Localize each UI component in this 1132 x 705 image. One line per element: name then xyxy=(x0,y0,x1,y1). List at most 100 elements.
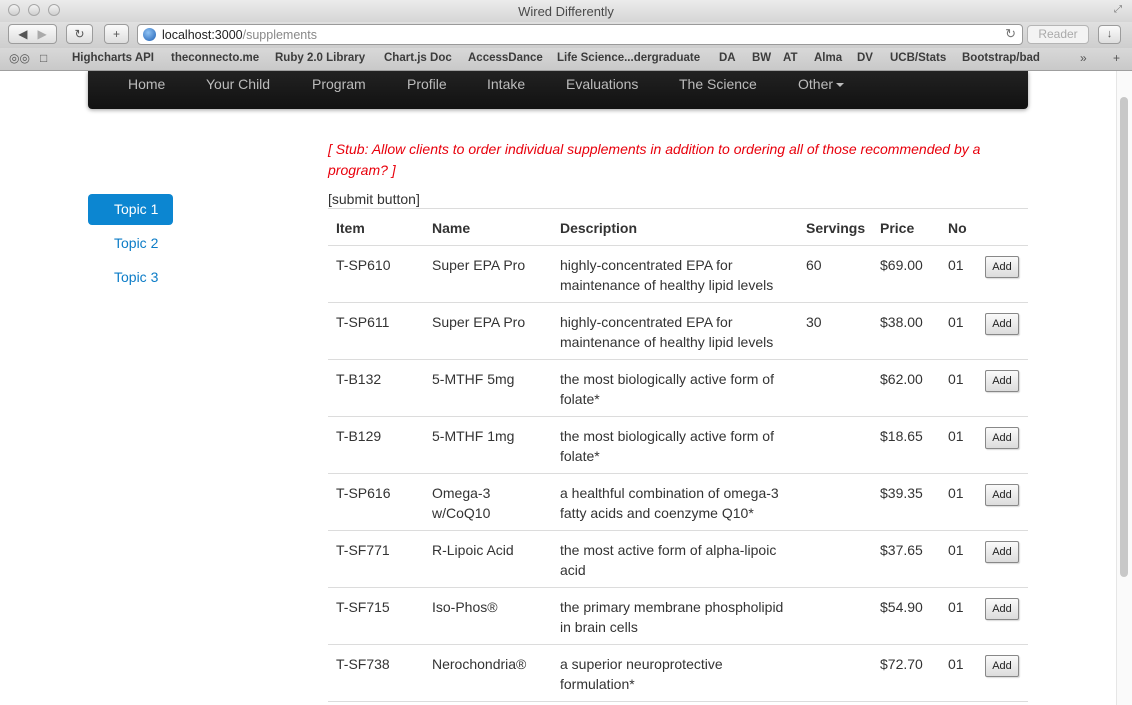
name-cell-line: Super EPA Pro xyxy=(432,314,526,330)
nav-profile[interactable]: Profile xyxy=(407,76,447,92)
nav-evaluations[interactable]: Evaluations xyxy=(566,76,638,92)
back-forward-buttons[interactable]: ◀ ▶ xyxy=(8,24,57,44)
nav-your-child[interactable]: Your Child xyxy=(206,76,270,92)
item-code-cell-line: T-SP616 xyxy=(336,485,391,501)
nav-other-dropdown[interactable]: Other xyxy=(798,76,845,92)
submit-placeholder: [submit button] xyxy=(328,191,420,207)
name-cell-line: R-Lipoic Acid xyxy=(432,542,514,558)
sidebar-item-topic-3[interactable]: Topic 3 xyxy=(88,262,173,293)
bookmark-item[interactable]: AT xyxy=(783,52,797,64)
quantity-cell: 01 xyxy=(948,654,964,674)
back-icon[interactable]: ◀ xyxy=(18,27,27,41)
add-button[interactable]: Add xyxy=(985,427,1019,449)
downloads-button[interactable]: ↓ xyxy=(1098,25,1121,44)
quantity-cell: 01 xyxy=(948,483,964,503)
window-titlebar: Wired Differently ⤢ xyxy=(0,0,1132,23)
add-tab-icon[interactable]: + xyxy=(1113,51,1120,65)
sidebar-item-topic-2[interactable]: Topic 2 xyxy=(88,228,173,259)
reading-list-icon[interactable]: ◎◎ xyxy=(9,51,30,65)
quantity-cell-line: 01 xyxy=(948,656,964,672)
name-cell: Super EPA Pro xyxy=(432,255,525,275)
price-cell: $62.00 xyxy=(880,369,923,389)
bookmark-item[interactable]: UCB/Stats xyxy=(890,52,946,64)
item-code-cell: T-SF771 xyxy=(336,540,390,560)
item-code-cell: T-B132 xyxy=(336,369,381,389)
add-button[interactable]: Add xyxy=(985,655,1019,677)
add-button[interactable]: Add xyxy=(985,313,1019,335)
bookmark-item[interactable]: Bootstrap/bad xyxy=(962,52,1040,64)
item-code-cell: T-SF738 xyxy=(336,654,390,674)
quantity-cell: 01 xyxy=(948,369,964,389)
quantity-cell-line: 01 xyxy=(948,599,964,615)
table-header: Item Name Description Servings Price No xyxy=(328,208,1028,246)
globe-icon xyxy=(143,28,156,41)
description-cell-line: formulation* xyxy=(560,676,635,692)
add-button[interactable]: Add xyxy=(985,598,1019,620)
bookmark-item[interactable]: DA xyxy=(719,52,736,64)
quantity-cell-line: 01 xyxy=(948,542,964,558)
description-cell: the most active form of alpha-lipoic acid xyxy=(560,540,776,580)
nav-the-science[interactable]: The Science xyxy=(679,76,757,92)
fullscreen-icon[interactable]: ⤢ xyxy=(1114,4,1126,16)
bookmarks-book-icon[interactable]: □ xyxy=(40,51,47,65)
bookmark-item[interactable]: theconnecto.me xyxy=(171,52,259,64)
item-code-cell: T-B129 xyxy=(336,426,381,446)
item-code-cell-line: T-B129 xyxy=(336,428,382,444)
description-cell-line: folate* xyxy=(560,448,600,464)
page-viewport: Home Your Child Program Profile Intake E… xyxy=(0,71,1132,705)
bookmark-item[interactable]: BW xyxy=(752,52,771,64)
price-cell: $39.35 xyxy=(880,483,923,503)
nav-intake[interactable]: Intake xyxy=(487,76,525,92)
price-cell: $54.90 xyxy=(880,597,923,617)
description-cell: the primary membrane phospholipid in brai… xyxy=(560,597,783,637)
new-tab-button[interactable]: + xyxy=(104,24,129,44)
price-cell: $18.65 xyxy=(880,426,923,446)
quantity-cell: 01 xyxy=(948,597,964,617)
scroll-thumb[interactable] xyxy=(1120,97,1128,577)
nav-program[interactable]: Program xyxy=(312,76,366,92)
forward-icon[interactable]: ▶ xyxy=(38,27,47,41)
add-button[interactable]: Add xyxy=(985,541,1019,563)
reader-button[interactable]: Reader xyxy=(1027,25,1089,44)
add-button[interactable]: Add xyxy=(985,484,1019,506)
bookmark-item[interactable]: AccessDance xyxy=(468,52,543,64)
description-cell-line: in brain cells xyxy=(560,619,638,635)
reload-icon[interactable]: ↻ xyxy=(1005,26,1016,42)
item-code-cell: T-SF715 xyxy=(336,597,390,617)
table-row: T-SF715 Iso-Phos® the primary membrane pho… xyxy=(328,588,1028,645)
item-code-cell-line: T-SF715 xyxy=(336,599,390,615)
history-button[interactable]: ↻ xyxy=(66,24,93,44)
name-cell-line: Omega-3 xyxy=(432,485,491,501)
address-bar[interactable]: localhost:3000/supplements ↻ xyxy=(137,24,1023,45)
description-cell: a superior neuroprotective formulation* xyxy=(560,654,723,694)
bookmark-item[interactable]: Ruby 2.0 Library xyxy=(275,52,365,64)
quantity-cell: 01 xyxy=(948,426,964,446)
price-cell: $69.00 xyxy=(880,255,923,275)
column-header: Item xyxy=(336,220,365,236)
bookmark-item[interactable]: Highcharts API xyxy=(72,52,154,64)
description-cell-line: a healthful combination of omega-3 xyxy=(560,485,779,501)
sidebar-item-topic-1[interactable]: Topic 1 xyxy=(88,194,173,225)
price-cell-line: $18.65 xyxy=(880,428,923,444)
vertical-scrollbar[interactable] xyxy=(1116,71,1132,705)
more-bookmarks-icon[interactable]: » xyxy=(1080,51,1087,65)
description-cell-line: highly-concentrated EPA for xyxy=(560,314,733,330)
url-text[interactable]: localhost:3000/supplements xyxy=(162,28,317,42)
browser-toolbar: ◀ ▶ ↻ + localhost:3000/supplements ↻ Rea… xyxy=(0,22,1132,48)
name-cell: Iso-Phos® xyxy=(432,597,498,617)
name-cell: R-Lipoic Acid xyxy=(432,540,514,560)
bookmark-item[interactable]: DV xyxy=(857,52,873,64)
add-button[interactable]: Add xyxy=(985,256,1019,278)
price-cell-line: $69.00 xyxy=(880,257,923,273)
price-cell-line: $39.35 xyxy=(880,485,923,501)
bookmark-item[interactable]: Alma xyxy=(814,52,842,64)
item-code-cell-line: T-SF738 xyxy=(336,656,390,672)
bookmark-item[interactable]: Life Science...dergraduate xyxy=(557,52,700,64)
table-row: T-SP611 Super EPA Pro highly-concentrated … xyxy=(328,303,1028,360)
quantity-cell-line: 01 xyxy=(948,314,964,330)
table-row: T-SP610 Super EPA Pro highly-concentrated … xyxy=(328,246,1028,303)
add-button[interactable]: Add xyxy=(985,370,1019,392)
bookmark-item[interactable]: Chart.js Doc xyxy=(384,52,452,64)
stub-note: [ Stub: Allow clients to order individua… xyxy=(328,141,981,178)
nav-home[interactable]: Home xyxy=(128,76,165,92)
